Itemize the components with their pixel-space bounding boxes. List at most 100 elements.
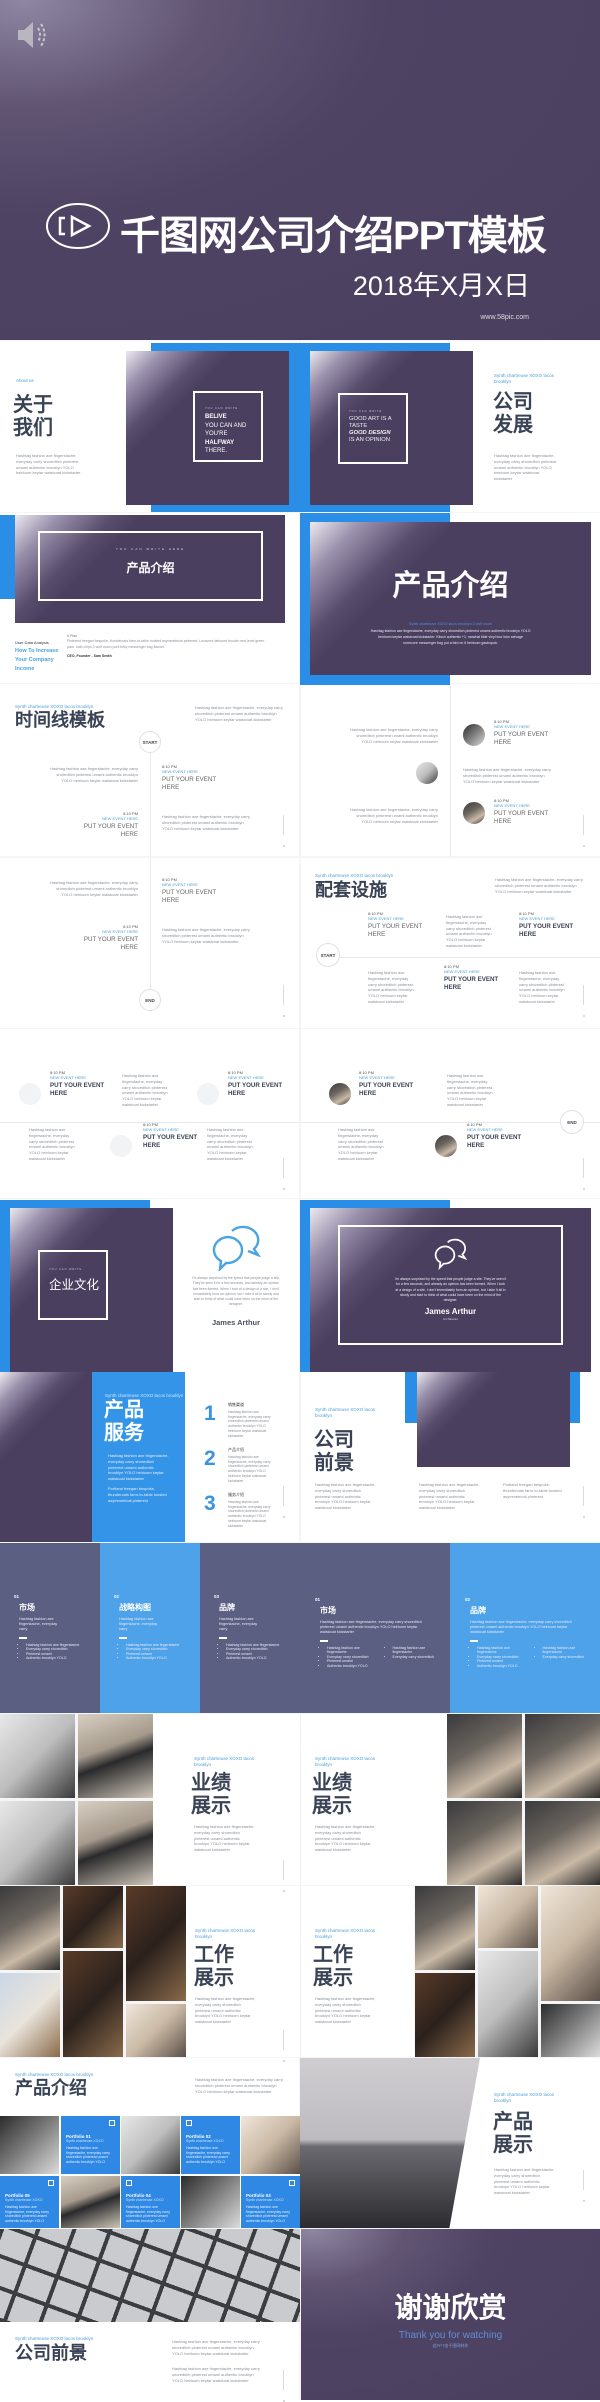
quote-line: IS AN OPINION — [349, 437, 390, 443]
speaker-icon[interactable] — [16, 18, 50, 52]
event-tag: NEW EVENT HERE — [102, 929, 138, 934]
event-tag: NEW EVENT HERE — [519, 916, 555, 921]
event-description: Hashtag fashion axe fingerstache, everyd… — [29, 1127, 75, 1161]
event-tag: NEW EVENT HERE — [162, 769, 198, 774]
portfolio-card[interactable]: Portfolio 05 Synth chartreuse XOXO Hashtag… — [0, 2176, 59, 2228]
prospect-kicker: Synth chartreuse XOXO lacos brooklyn — [315, 1407, 376, 1418]
event-tag: NEW EVENT HERE — [162, 882, 198, 887]
event-description: Hashtag fashion axe fingerstache, everyd… — [350, 807, 438, 824]
photo — [61, 2176, 120, 2228]
photo — [478, 1951, 538, 2057]
event-tag: NEW EVENT HERE — [368, 916, 404, 921]
service-label: 销售渠道 — [228, 1402, 244, 1407]
event-description: Hashtag fashion axe fingerstache, everyd… — [338, 1127, 384, 1161]
event-title: PUT YOUR EVENT HERE — [359, 1082, 414, 1097]
slide-thank-you[interactable]: 谢谢欣赏 Thank you for watching 此PPT由千图网制作 — [301, 2229, 600, 2400]
portfolio-title: 产品介绍 — [15, 2078, 87, 2098]
column-list-item: Authentic brooklyn YOLO — [226, 1656, 300, 1661]
timeline-line — [340, 957, 600, 958]
photo — [478, 1886, 538, 1948]
showcase-body: Hashtag fashion axe fingerstache, everyd… — [494, 2167, 555, 2196]
slide-progress-bar — [283, 2370, 284, 2390]
big-subtitle: Synth chartreuse XOXO lacos brooklyn 3 w… — [409, 622, 492, 626]
column-title: 品牌 — [470, 1606, 486, 1615]
event-description: Hashtag fashion axe fingerstache, everyd… — [207, 1127, 253, 1161]
about-kicker: About us — [16, 378, 34, 383]
portfolio-card[interactable]: Portfolio 02 Synth chartreuse XOXO Hashtag… — [181, 2116, 240, 2174]
about-title-line1: 关于 — [13, 394, 53, 416]
start-marker: START — [316, 943, 340, 967]
quote-line: TASTE — [349, 423, 368, 429]
photo-circle — [196, 1082, 220, 1106]
quote-text: I'm always surprised by the speed that p… — [394, 1277, 507, 1303]
slide-overview: 千图网公司介绍PPT模板 2018年X月X日 www.58pic.com YOU… — [0, 0, 600, 2402]
event-description: Hashtag fashion axe fingerstache, everyd… — [446, 914, 492, 948]
photo — [0, 2116, 59, 2174]
event-description: Hashtag fashion axe fingerstache, everyd… — [447, 1073, 493, 1107]
event-tag: NEW EVENT HERE — [102, 816, 138, 821]
work-title-line2: 展示 — [313, 1967, 353, 1989]
arrow-icon — [109, 2120, 115, 2126]
column-desc: Hashtag fashion axe fingerstache, everyd… — [219, 1617, 258, 1631]
services-body: Hashtag fashion axe fingerstache, everyd… — [108, 1453, 169, 1482]
column-desc: Hashtag fashion axe fingerstache, everyd… — [119, 1617, 158, 1631]
portfolio-sub: Synth chartreuse XOXO — [246, 2198, 284, 2202]
photo-circle — [434, 1134, 458, 1158]
timeline-event: 8:10 PM NEW EVENT HERE PUT YOUR EVENT HERE — [359, 1071, 423, 1097]
slide-page-dot — [282, 845, 285, 847]
event-description: Hashtag fashion axe fingerstache, everyd… — [368, 970, 414, 1004]
event-title: PUT YOUR EVENT HERE — [494, 731, 548, 746]
analysis-headline: How To Increase Your Company Income — [15, 648, 59, 672]
service-number: 1 — [204, 1402, 216, 1425]
services-body-2: Portland freegan bespoke, thundercats fa… — [108, 1486, 167, 1503]
performance-title-line1: 业绩 — [191, 1772, 231, 1794]
showcase-title-line1: 产品 — [493, 2111, 533, 2133]
culture-kicker: YOU CAN WRITE — [49, 1268, 83, 1271]
column-number: 03 — [214, 1594, 220, 1599]
slide-timeline-4[interactable] — [0, 1029, 299, 1198]
column-divider — [219, 1637, 227, 1639]
column-list: Hashtag fashion axe fingerstacheEveryday… — [26, 1643, 100, 1661]
plan-body: Pinterest freegan bespoke, thundercats f… — [67, 639, 265, 649]
chat-bubbles-icon — [434, 1238, 467, 1271]
slide-page-dot — [282, 1890, 285, 1892]
column-divider — [119, 1637, 127, 1639]
portfolio-card[interactable]: Portfolio 01 Synth chartreuse XOXO Hashtag… — [61, 2116, 120, 2174]
quote-frame: YOU CAN WRITE BELIVE YOU CAN AND YOU'RE … — [193, 391, 263, 462]
column-number: 02 — [114, 1594, 120, 1599]
prospect2-body-1: Hashtag fashion axe fingerstache, everyd… — [172, 2339, 260, 2356]
performance-title-line2: 展示 — [312, 1795, 352, 1817]
services-title-line1: 产品 — [104, 1399, 144, 1421]
portfolio-sub: Synth chartreuse XOXO — [186, 2139, 224, 2143]
timeline-line — [450, 684, 451, 857]
slide-progress-bar — [283, 1860, 284, 1880]
slide-page-dot — [282, 1015, 285, 1017]
plan-author: CEO, Founder - Sam Smith — [67, 654, 112, 658]
event-tag: NEW EVENT HERE — [494, 803, 530, 808]
quote-kicker: YOU CAN WRITE — [349, 410, 383, 413]
event-description: Hashtag fashion axe fingerstache, everyd… — [463, 767, 551, 784]
photo — [447, 1801, 522, 1885]
portfolio-card[interactable]: Portfolio 04 Synth chartreuse XOXO Hashtag… — [121, 2176, 180, 2228]
work-kicker: Synth chartreuse XOXO lacos brooklyn — [195, 1928, 256, 1939]
timeline-line — [150, 753, 151, 857]
portfolio-desc: Hashtag fashion axe fingerstache, everyd… — [126, 2205, 170, 2223]
column-desc: Hashtag fashion axe fingerstache, everyd… — [470, 1620, 572, 1634]
title-slide[interactable]: 千图网公司介绍PPT模板 2018年X月X日 www.58pic.com — [0, 0, 600, 340]
timeline-title: 时间线模板 — [15, 710, 105, 730]
quote-line: HALFWAY — [205, 439, 235, 446]
timeline-event: 8:10 PM NEW EVENT HERE PUT YOUR EVENT HERE — [74, 925, 138, 951]
services-title-line2: 服务 — [104, 1422, 144, 1444]
event-tag: NEW EVENT HERE — [444, 969, 480, 974]
performance-kicker: Synth chartreuse XOXO lacos brooklyn — [194, 1756, 255, 1767]
slide-timeline-5[interactable] — [301, 1029, 600, 1198]
column-title: 市场 — [320, 1606, 336, 1615]
photo — [525, 1801, 600, 1885]
column-panel: 03 品牌 Hashtag fashion axe fingerstache, ev… — [200, 1543, 300, 1713]
quote-author: James Arthur — [211, 1318, 261, 1327]
portfolio-desc: Hashtag fashion axe fingerstache, everyd… — [66, 2146, 110, 2164]
portfolio-card[interactable]: Portfolio 03 Synth chartreuse XOXO Hashtag… — [241, 2176, 300, 2228]
thanks-title: 谢谢欣赏 — [394, 2292, 507, 2323]
quote-line: THERE. — [205, 448, 228, 455]
event-title: PUT YOUR EVENT HERE — [162, 889, 216, 904]
